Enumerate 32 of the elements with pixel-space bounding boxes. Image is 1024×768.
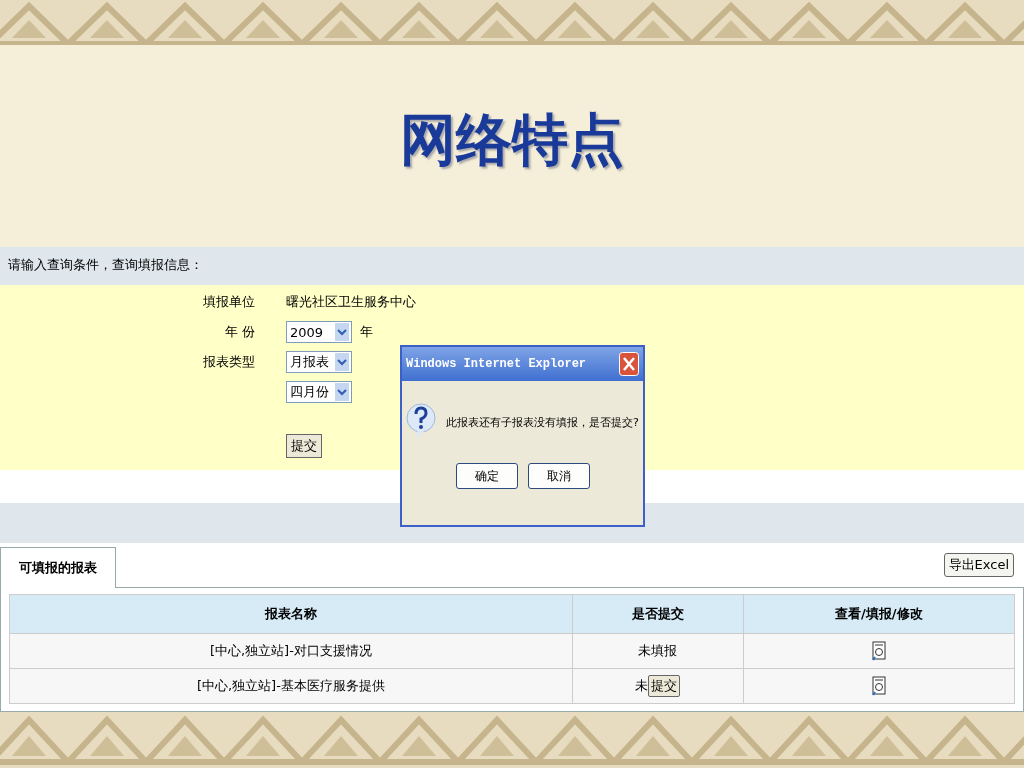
document-icon[interactable] (871, 676, 886, 696)
field-label: 填报单位 (202, 293, 255, 311)
query-prompt: 请输入查询条件，查询填报信息： (0, 247, 1024, 285)
unit-label: 年 (360, 323, 373, 341)
column-header: 查看/填报/修改 (743, 594, 1015, 634)
chevron-down-icon (335, 353, 349, 371)
slide-title: 网络特点 (400, 105, 624, 174)
field-value: 曙光社区卫生服务中心 (286, 293, 416, 311)
chevron-down-icon (335, 323, 349, 341)
question-icon (406, 403, 437, 441)
submit-button[interactable]: 提交 (286, 434, 322, 458)
document-icon[interactable] (871, 641, 886, 661)
column-header: 报表名称 (9, 594, 573, 634)
submit-button[interactable]: 提交 (648, 675, 681, 697)
field-label: 年 份 (223, 323, 255, 341)
dialog-button[interactable]: 取消 (527, 463, 590, 489)
dialog-message: 此报表还有子报表没有填报，是否提交? (446, 414, 639, 430)
export-button[interactable]: 导出Excel (943, 553, 1014, 577)
table-cell: [中心,独立站]-对口支援情况 (9, 633, 573, 669)
field-label: 报表类型 (202, 353, 255, 371)
status-text: 未填报 (638, 643, 678, 658)
dropdown[interactable]: 四月份 (286, 381, 352, 403)
dialog-title: Windows Internet Explorer (406, 357, 587, 371)
chevron-down-icon (335, 383, 349, 401)
tab[interactable]: 可填报的报表 (0, 547, 116, 588)
column-header: 是否提交 (572, 594, 744, 634)
dropdown[interactable]: 2009 (286, 321, 352, 343)
table-cell: [中心,独立站]-基本医疗服务提供 (9, 668, 573, 704)
dropdown[interactable]: 月报表 (286, 351, 352, 373)
close-icon[interactable] (619, 352, 639, 376)
dialog-button[interactable]: 确定 (455, 463, 518, 489)
status-text: 未 (635, 678, 649, 693)
